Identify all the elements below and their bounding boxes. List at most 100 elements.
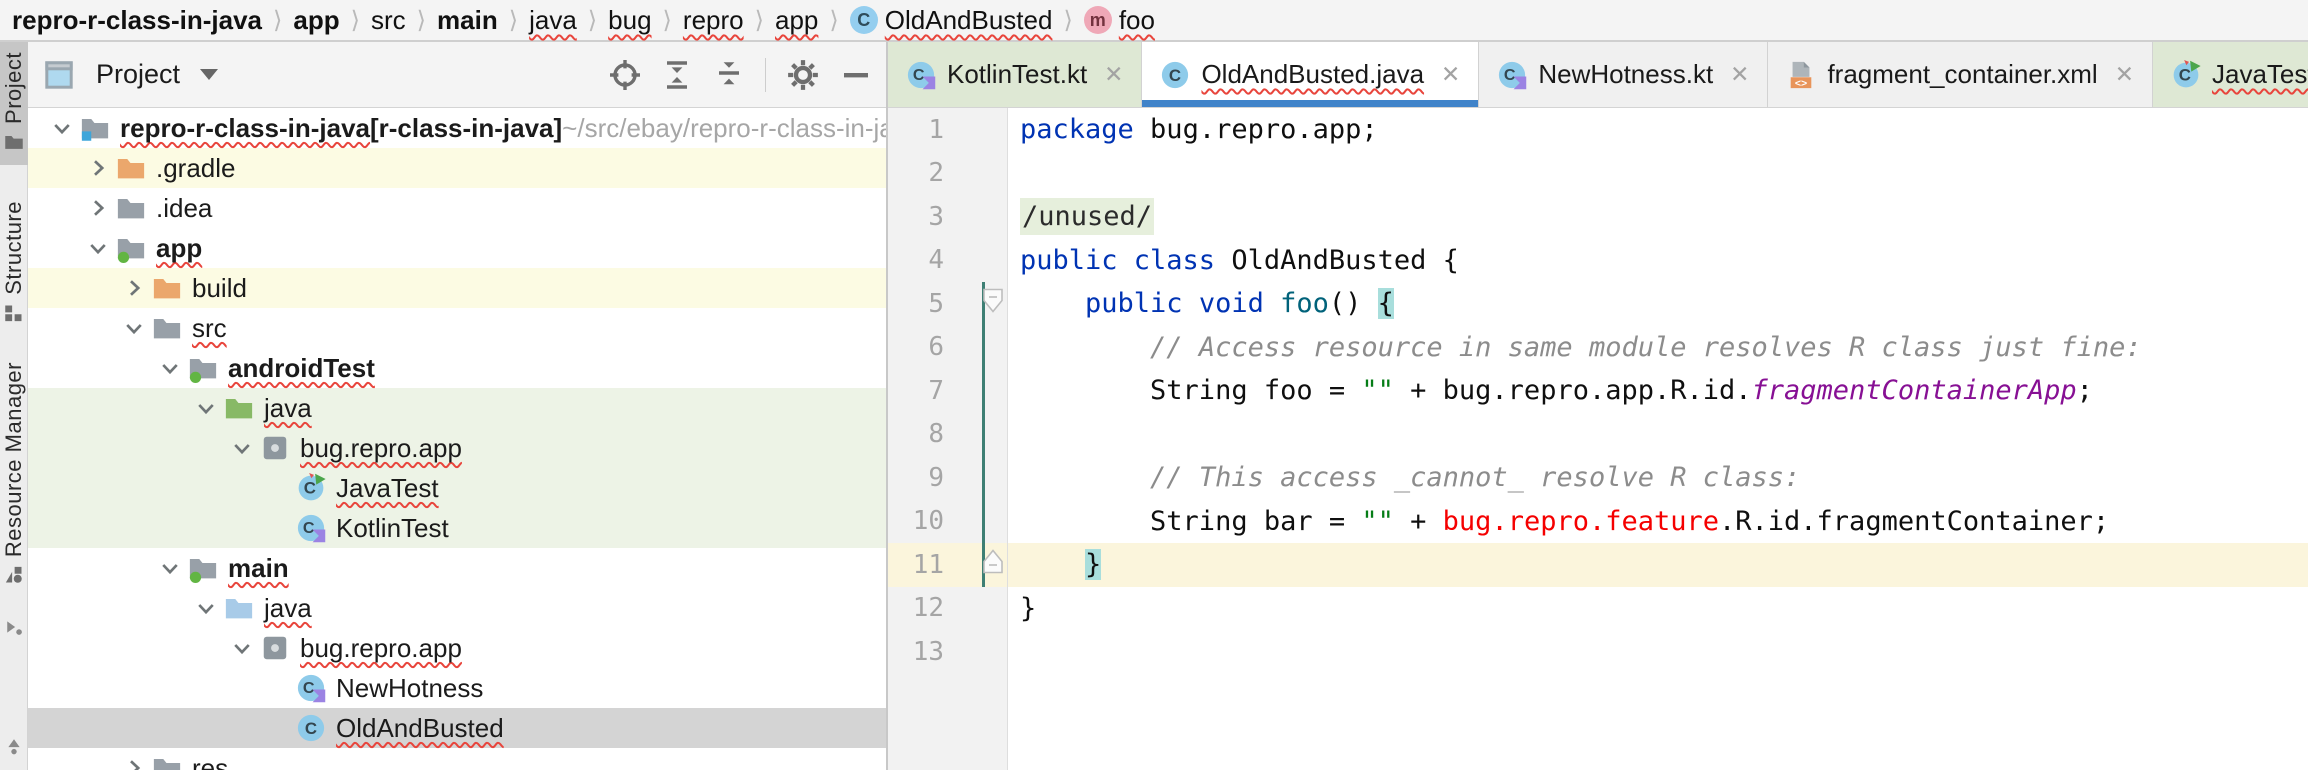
- tree-row-src[interactable]: src: [28, 308, 886, 348]
- tree-row--gradle[interactable]: .gradle: [28, 148, 886, 188]
- folder-source-icon: [224, 593, 254, 623]
- tree-item-path: ~/src/ebay/repro-r-class-in-java: [562, 113, 886, 144]
- stripe-extra-icon-1[interactable]: [5, 618, 23, 641]
- breadcrumb-item-src[interactable]: src: [369, 0, 408, 40]
- code-line-text: /unused/: [1008, 195, 2308, 239]
- code-line-9[interactable]: 9 // This access _cannot_ resolve R clas…: [888, 456, 2308, 500]
- chevron-down-icon[interactable]: [200, 69, 218, 80]
- tree-row-java[interactable]: java: [28, 388, 886, 428]
- tree-row-javatest[interactable]: CJavaTest: [28, 468, 886, 508]
- breadcrumb-item-app[interactable]: app: [773, 0, 820, 40]
- code-line-7[interactable]: 7 String foo = "" + bug.repro.app.R.id.f…: [888, 369, 2308, 413]
- tree-row-androidtest[interactable]: androidTest: [28, 348, 886, 388]
- tree-row-bug-repro-app[interactable]: bug.repro.app: [28, 428, 886, 468]
- tab-fragment-container-xml[interactable]: <>fragment_container.xml✕: [1768, 42, 2153, 107]
- fold-start-icon[interactable]: [981, 287, 1005, 320]
- code-line-1[interactable]: 1package bug.repro.app;: [888, 108, 2308, 152]
- chevron-collapsed-icon[interactable]: [116, 270, 152, 306]
- code-line-5[interactable]: 5 public void foo() {: [888, 282, 2308, 326]
- tab-newhotness-kt[interactable]: CNewHotness.kt✕: [1479, 42, 1768, 107]
- chevron-expanded-icon[interactable]: [152, 550, 188, 586]
- tree-row-main[interactable]: main: [28, 548, 886, 588]
- code-line-12[interactable]: 12}: [888, 587, 2308, 631]
- chevron-collapsed-icon[interactable]: [80, 190, 116, 226]
- code-token: + bug.repro.app.R.id.: [1394, 375, 1752, 406]
- tree-row-java[interactable]: java: [28, 588, 886, 628]
- code-line-text: [1008, 630, 2308, 674]
- chevron-expanded-icon[interactable]: [224, 430, 260, 466]
- breadcrumb-item-repro-r-class-in-java[interactable]: repro-r-class-in-java: [10, 0, 264, 40]
- hide-icon[interactable]: [840, 59, 872, 91]
- code-line-text: [1008, 152, 2308, 196]
- code-token-cmt: // Access resource in same module resolv…: [1150, 332, 2142, 363]
- tree-row-build[interactable]: build: [28, 268, 886, 308]
- fold-end-icon[interactable]: [981, 548, 1005, 581]
- chevron-expanded-icon[interactable]: [116, 310, 152, 346]
- collapse-all-icon[interactable]: [713, 59, 745, 91]
- close-icon[interactable]: ✕: [1724, 61, 1749, 88]
- stripe-item-resource-manager[interactable]: Resource Manager: [0, 352, 28, 598]
- stripe-extra-icon-2[interactable]: [5, 737, 23, 760]
- breadcrumb-item-main[interactable]: main: [435, 0, 500, 40]
- chevron-expanded-icon[interactable]: [224, 630, 260, 666]
- breadcrumb-item-app[interactable]: app: [291, 0, 341, 40]
- tree-row-app[interactable]: app: [28, 228, 886, 268]
- tree-row-bug-repro-app[interactable]: bug.repro.app: [28, 628, 886, 668]
- folder-module-icon: [116, 233, 146, 263]
- locate-icon[interactable]: [609, 59, 641, 91]
- chevron-placeholder: [260, 470, 296, 506]
- code-line-10[interactable]: 10 String bar = "" + bug.repro.feature.R…: [888, 500, 2308, 544]
- code-line-2[interactable]: 2: [888, 152, 2308, 196]
- close-icon[interactable]: ✕: [1435, 61, 1460, 88]
- chevron-collapsed-icon[interactable]: [116, 750, 152, 770]
- code-line-text: String bar = "" + bug.repro.feature.R.id…: [1008, 500, 2308, 544]
- code-line-13[interactable]: 13: [888, 630, 2308, 674]
- stripe-item-structure[interactable]: Structure: [0, 191, 28, 336]
- code-token: ;: [2077, 375, 2093, 406]
- tree-item-label: java: [264, 593, 312, 624]
- code-editor[interactable]: 1package bug.repro.app;23/unused/4public…: [888, 108, 2308, 770]
- chevron-expanded-icon[interactable]: [44, 110, 80, 146]
- tab-javatest-java[interactable]: CJavaTest.java✕: [2153, 42, 2308, 107]
- tree-row-repro-r-class-in-java[interactable]: repro-r-class-in-java [r-class-in-java] …: [28, 108, 886, 148]
- package-icon: [260, 433, 290, 463]
- project-tool-window: Project repro-r-class-in-java [r-class-i…: [28, 42, 888, 770]
- chevron-expanded-icon[interactable]: [80, 230, 116, 266]
- code-line-4[interactable]: 4public class OldAndBusted {: [888, 239, 2308, 283]
- chevron-expanded-icon[interactable]: [188, 390, 224, 426]
- code-token: [1020, 549, 1085, 580]
- tab-label: JavaTest.java: [2212, 59, 2308, 90]
- tree-row-res[interactable]: res: [28, 748, 886, 770]
- code-line-6[interactable]: 6 // Access resource in same module reso…: [888, 326, 2308, 370]
- code-line-11[interactable]: 11 }: [888, 543, 2308, 587]
- tab-oldandbusted-java[interactable]: COldAndBusted.java✕: [1142, 42, 1479, 107]
- code-line-8[interactable]: 8: [888, 413, 2308, 457]
- breadcrumb-item-java[interactable]: java: [527, 0, 579, 40]
- code-line-3[interactable]: 3/unused/: [888, 195, 2308, 239]
- tree-row-oldandbusted[interactable]: COldAndBusted: [28, 708, 886, 748]
- breadcrumb-label: app: [775, 0, 818, 40]
- breadcrumb-item-bug[interactable]: bug: [606, 0, 653, 40]
- stripe-item-project[interactable]: Project: [0, 42, 28, 165]
- settings-icon[interactable]: [786, 58, 820, 92]
- close-icon[interactable]: ✕: [2109, 61, 2134, 88]
- chevron-expanded-icon[interactable]: [188, 590, 224, 626]
- code-line-text: }: [1008, 543, 2308, 587]
- code-token-mth: foo: [1280, 288, 1329, 319]
- code-token-brace: {: [1378, 288, 1394, 319]
- project-stripe-icon: [4, 132, 24, 157]
- tab-kotlintest-kt[interactable]: CKotlinTest.kt✕: [888, 42, 1142, 107]
- fold-gutter: [958, 282, 1008, 326]
- chevron-placeholder: [260, 710, 296, 746]
- chevron-expanded-icon[interactable]: [152, 350, 188, 386]
- expand-all-icon[interactable]: [661, 59, 693, 91]
- code-token: [1020, 288, 1085, 319]
- close-icon[interactable]: ✕: [1098, 61, 1123, 88]
- chevron-collapsed-icon[interactable]: [80, 150, 116, 186]
- tree-row--idea[interactable]: .idea: [28, 188, 886, 228]
- breadcrumb-item-oldandbusted[interactable]: COldAndBusted: [848, 0, 1055, 40]
- tree-row-newhotness[interactable]: CNewHotness: [28, 668, 886, 708]
- breadcrumb-item-foo[interactable]: mfoo: [1082, 0, 1157, 40]
- breadcrumb-item-repro[interactable]: repro: [681, 0, 746, 40]
- tree-row-kotlintest[interactable]: CKotlinTest: [28, 508, 886, 548]
